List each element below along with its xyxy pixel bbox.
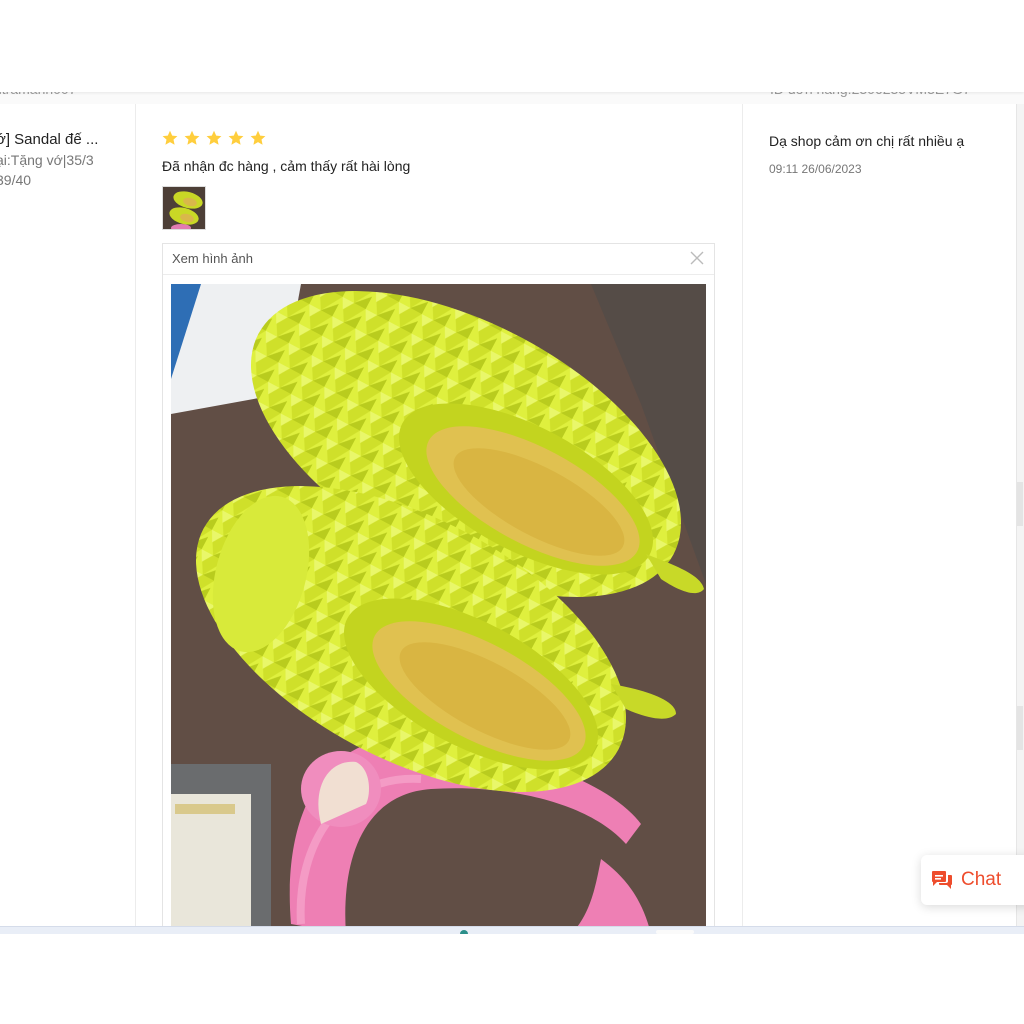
chat-bubble-icon [932,871,952,889]
shop-reply-time: 09:11 26/06/2023 [769,162,862,176]
chat-button[interactable]: Chat [921,855,1024,905]
product-info: ớ] Sandal đế ... ại:Tặng vớ|35/3 39/40 [0,130,131,190]
shop-reply: Dạ shop cảm ơn chị rất nhiều ạ [769,133,965,149]
slipper-thumbnail-image [163,187,205,229]
close-icon[interactable] [690,251,704,265]
star-icon [206,130,222,145]
star-icon [184,130,200,145]
review-comment: Đã nhận đc hàng , cảm thấy rất hài lòng [162,158,411,174]
column-divider [135,104,136,926]
product-name[interactable]: ớ] Sandal đế ... [0,130,131,150]
scrollbar-mark [1017,482,1023,526]
slipper-photo-image [171,284,706,934]
scrollbar-mark [1017,706,1023,750]
image-viewer: Xem hình ảnh [162,243,715,934]
review-image [171,284,706,934]
top-bar [0,0,1024,92]
product-variation: ại:Tặng vớ|35/3 [0,152,94,168]
bottom-area [0,934,1024,1024]
star-icon [228,130,244,145]
image-viewer-title: Xem hình ảnh [172,251,253,266]
scrollbar[interactable] [1016,92,1024,926]
chat-label: Chat [961,869,1002,890]
star-icon [162,130,178,145]
image-viewer-header: Xem hình ảnh [163,244,714,275]
column-divider [742,104,743,926]
star-icon [250,130,266,145]
review-image-thumbnail[interactable] [162,186,206,230]
product-variation-cont: 39/40 [0,172,32,188]
rating-stars [162,130,266,146]
